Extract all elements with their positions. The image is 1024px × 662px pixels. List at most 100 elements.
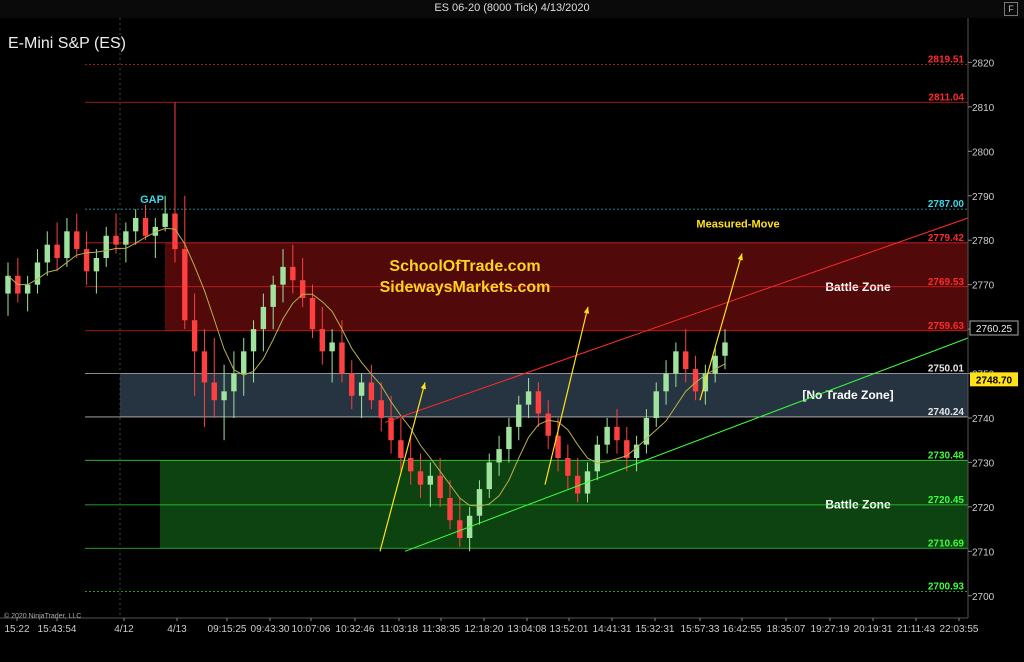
candle-body-28 <box>280 266 286 285</box>
x-tick-label-15: 15:57:33 <box>681 624 720 635</box>
candle-body-14 <box>142 218 149 236</box>
window-title: ES 06-20 (8000 Tick) 4/13/2020 <box>434 2 590 14</box>
x-tick-label-4: 09:15:25 <box>208 624 247 635</box>
candle-body-34 <box>339 342 345 374</box>
y-tick-label-10: 2800 <box>972 147 995 158</box>
candle-body-10 <box>103 235 109 258</box>
float-window-icon[interactable]: F <box>1004 2 1018 16</box>
candle-body-0 <box>5 275 11 294</box>
candle-body-53 <box>525 391 532 405</box>
level-label-2: 2787.00 <box>928 199 965 210</box>
level-label-9: 2720.45 <box>928 495 965 506</box>
level-label-4: 2769.53 <box>928 277 965 288</box>
candle-body-2 <box>24 284 31 294</box>
candle-body-45 <box>447 498 453 521</box>
candle-body-61 <box>604 426 610 445</box>
candle-body-21 <box>211 382 217 401</box>
candle-body-4 <box>44 244 50 263</box>
x-tick-label-9: 11:38:35 <box>422 624 461 635</box>
candle-body-31 <box>309 298 316 330</box>
level-label-10: 2710.69 <box>928 538 965 549</box>
candle-body-51 <box>506 426 512 450</box>
y-tick-label-4: 2740 <box>972 414 995 425</box>
candle-body-60 <box>594 444 601 472</box>
candle-body-55 <box>545 413 551 436</box>
candle-body-42 <box>417 471 424 485</box>
candle-body-20 <box>201 351 208 383</box>
x-tick-label-18: 19:27:19 <box>811 624 850 635</box>
current-price-label: 2748.70 <box>976 375 1013 386</box>
x-tick-label-16: 16:42:55 <box>723 624 762 635</box>
instrument-name: E-Mini S&P (ES) <box>8 35 126 52</box>
x-tick-label-20: 21:11:43 <box>897 624 936 635</box>
candle-body-29 <box>290 266 296 281</box>
candle-body-49 <box>486 462 492 490</box>
y-tick-label-8: 2780 <box>972 236 995 247</box>
x-tick-label-0: 15:22 <box>4 624 29 635</box>
candle-body-35 <box>349 373 355 396</box>
x-tick-label-14: 15:32:31 <box>636 624 675 635</box>
candle-body-7 <box>74 231 80 250</box>
candle-body-18 <box>182 249 188 321</box>
measured-move-label: Measured-Move <box>696 218 779 230</box>
candle-body-64 <box>633 444 640 458</box>
y-tick-label-1: 2710 <box>972 547 995 558</box>
candle-body-66 <box>653 391 659 418</box>
x-tick-label-10: 12:18:20 <box>465 624 504 635</box>
x-tick-label-1: 15:43:54 <box>38 624 77 635</box>
x-tick-label-2: 4/12 <box>114 624 134 635</box>
x-tick-label-17: 18:35:07 <box>767 624 806 635</box>
candle-body-12 <box>123 231 129 245</box>
x-tick-label-3: 4/13 <box>167 624 187 635</box>
gap-label: GAP <box>140 194 164 206</box>
candle-body-27 <box>270 284 276 307</box>
x-tick-label-7: 10:32:46 <box>336 624 375 635</box>
candle-body-72 <box>712 355 718 374</box>
candle-body-54 <box>535 391 542 414</box>
zone-label-2: Battle Zone <box>825 497 891 511</box>
candle-body-68 <box>673 351 679 374</box>
candle-body-36 <box>358 382 365 396</box>
y-tick-label-3: 2730 <box>972 458 995 469</box>
candle-body-67 <box>663 373 669 392</box>
candle-body-23 <box>231 373 237 392</box>
y-tick-label-12: 2820 <box>972 58 995 69</box>
level-label-1: 2811.04 <box>928 92 964 103</box>
candle-body-26 <box>260 306 267 330</box>
x-tick-label-13: 14:41:31 <box>593 624 632 635</box>
candle-body-44 <box>437 475 443 498</box>
candle-body-50 <box>496 449 502 463</box>
y-tick-label-2: 2720 <box>972 503 995 514</box>
candle-body-22 <box>221 391 227 401</box>
level-label-6: 2750.01 <box>928 364 965 375</box>
copyright-text: © 2020 NinjaTrader, LLC <box>4 612 81 620</box>
window-titlebar: ES 06-20 (8000 Tick) 4/13/2020 F <box>0 0 1024 19</box>
level-label-5: 2759.63 <box>928 321 965 332</box>
level-label-0: 2819.51 <box>928 55 965 66</box>
x-tick-label-6: 10:07:06 <box>292 624 331 635</box>
y-tick-label-0: 2700 <box>972 592 995 603</box>
candle-body-13 <box>132 218 139 232</box>
y-tick-label-11: 2810 <box>972 103 995 114</box>
candle-body-38 <box>378 400 384 418</box>
candle-body-57 <box>565 458 571 476</box>
candle-body-32 <box>319 329 326 352</box>
y-tick-label-9: 2790 <box>972 192 995 203</box>
candle-body-37 <box>368 382 375 401</box>
candle-body-48 <box>476 489 483 516</box>
candle-body-11 <box>113 235 119 245</box>
candle-body-41 <box>407 458 414 472</box>
candle-body-16 <box>162 213 168 227</box>
candle-body-33 <box>329 342 335 352</box>
chart-background <box>0 18 1024 662</box>
candle-body-6 <box>64 231 70 258</box>
x-tick-label-19: 20:19:31 <box>854 624 893 635</box>
candle-body-3 <box>34 262 41 285</box>
candle-body-9 <box>93 258 100 272</box>
level-label-7: 2740.24 <box>928 407 965 418</box>
price-chart[interactable]: Battle Zone[No Trade Zone]Battle Zone 28… <box>0 18 1024 662</box>
level-label-3: 2779.42 <box>928 233 965 244</box>
candle-body-52 <box>516 404 522 427</box>
x-tick-label-21: 22:03:55 <box>940 624 979 635</box>
candle-body-40 <box>398 440 404 458</box>
